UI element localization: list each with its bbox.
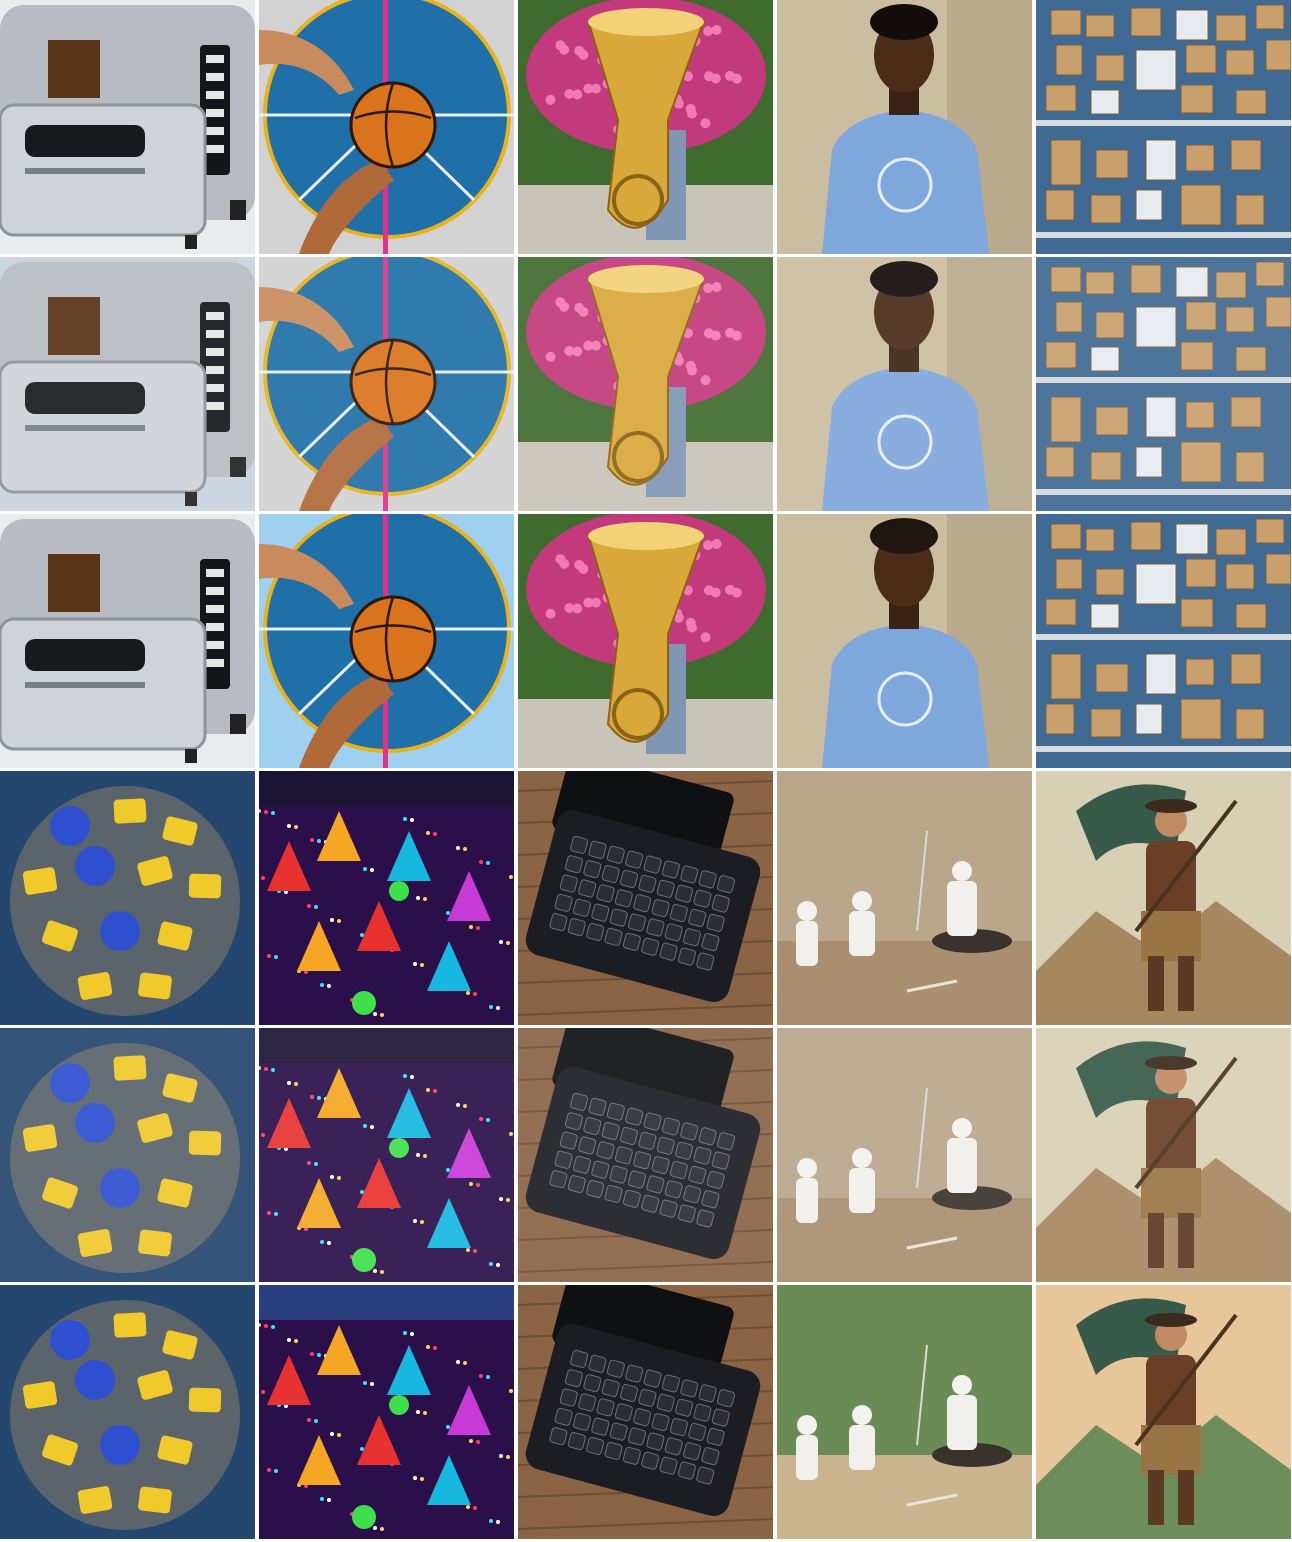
grid-image-boxes-aerial-original [1036, 0, 1291, 254]
tuba-flowers-illustration [518, 0, 773, 254]
boxes-aerial-illustration [1036, 0, 1291, 254]
basketball-hands-illustration [259, 257, 514, 511]
grid-image-laptop-keyboard-original [518, 771, 773, 1025]
grid-image-fencers-white-original [777, 771, 1032, 1025]
grid-image-toaster-oven-restyled [0, 514, 255, 768]
laptop-keyboard-illustration [518, 771, 773, 1025]
tuba-flowers-illustration [518, 257, 773, 511]
wanderer-cloak-illustration [1036, 1285, 1291, 1539]
image-grid [0, 0, 1292, 1542]
grid-image-toaster-oven-original [0, 0, 255, 254]
basketball-hands-illustration [259, 0, 514, 254]
grid-image-fencers-white-degraded [777, 1028, 1032, 1282]
grid-image-carnival-night-restyled [259, 1285, 514, 1539]
carnival-night-illustration [259, 1028, 514, 1282]
grid-image-man-blue-tshirt-original [777, 0, 1032, 254]
patterned-ball-illustration [0, 1285, 255, 1539]
grid-image-tuba-flowers-restyled [518, 514, 773, 768]
man-blue-tshirt-illustration [777, 514, 1032, 768]
patterned-ball-illustration [0, 1028, 255, 1282]
grid-image-laptop-keyboard-restyled [518, 1285, 773, 1539]
toaster-oven-illustration [0, 257, 255, 511]
grid-image-basketball-hands-degraded [259, 257, 514, 511]
fencers-white-illustration [777, 1285, 1032, 1539]
laptop-keyboard-illustration [518, 1285, 773, 1539]
wanderer-cloak-illustration [1036, 1028, 1291, 1282]
grid-image-boxes-aerial-restyled [1036, 514, 1291, 768]
grid-image-patterned-ball-restyled [0, 1285, 255, 1539]
boxes-aerial-illustration [1036, 257, 1291, 511]
grid-image-carnival-night-degraded [259, 1028, 514, 1282]
fencers-white-illustration [777, 771, 1032, 1025]
grid-image-boxes-aerial-degraded [1036, 257, 1291, 511]
basketball-hands-illustration [259, 514, 514, 768]
toaster-oven-illustration [0, 514, 255, 768]
toaster-oven-illustration [0, 0, 255, 254]
grid-image-patterned-ball-original [0, 771, 255, 1025]
man-blue-tshirt-illustration [777, 257, 1032, 511]
grid-image-tuba-flowers-original [518, 0, 773, 254]
grid-image-basketball-hands-original [259, 0, 514, 254]
grid-image-wanderer-cloak-original [1036, 771, 1291, 1025]
boxes-aerial-illustration [1036, 514, 1291, 768]
grid-image-basketball-hands-restyled [259, 514, 514, 768]
grid-image-man-blue-tshirt-degraded [777, 257, 1032, 511]
grid-image-fencers-white-restyled [777, 1285, 1032, 1539]
grid-image-wanderer-cloak-degraded [1036, 1028, 1291, 1282]
grid-image-man-blue-tshirt-restyled [777, 514, 1032, 768]
grid-image-tuba-flowers-degraded [518, 257, 773, 511]
grid-image-wanderer-cloak-restyled [1036, 1285, 1291, 1539]
grid-image-toaster-oven-degraded [0, 257, 255, 511]
grid-image-laptop-keyboard-degraded [518, 1028, 773, 1282]
man-blue-tshirt-illustration [777, 0, 1032, 254]
grid-image-carnival-night-original [259, 771, 514, 1025]
tuba-flowers-illustration [518, 514, 773, 768]
fencers-white-illustration [777, 1028, 1032, 1282]
wanderer-cloak-illustration [1036, 771, 1291, 1025]
carnival-night-illustration [259, 771, 514, 1025]
patterned-ball-illustration [0, 771, 255, 1025]
carnival-night-illustration [259, 1285, 514, 1539]
laptop-keyboard-illustration [518, 1028, 773, 1282]
grid-image-patterned-ball-degraded [0, 1028, 255, 1282]
